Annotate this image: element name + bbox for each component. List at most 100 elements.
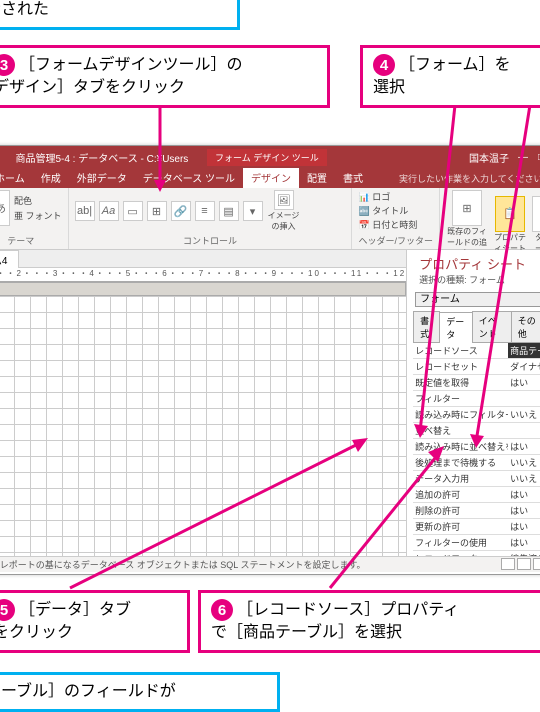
ribbon-tabs: ファイル ホーム 作成 外部データ データベース ツール デザイン 配置 書式 … (0, 168, 540, 188)
property-row[interactable]: 読み込み時に並べ替えを適用はい (413, 439, 540, 455)
property-name: レコードソース (413, 343, 508, 358)
object-select[interactable]: フォーム (415, 292, 540, 307)
property-row[interactable]: レコードソース商品テーブル (413, 343, 540, 359)
property-value[interactable]: いいえ (508, 471, 540, 486)
property-name: フィルター (413, 391, 508, 406)
minimize-button[interactable]: ― (515, 150, 531, 164)
property-value[interactable] (508, 391, 540, 406)
form-tab[interactable]: 📄 フォーム4 (0, 250, 19, 268)
property-row[interactable]: データ入力用いいえ (413, 471, 540, 487)
property-value[interactable]: 編集済みレコード (508, 551, 540, 556)
callout-displayed: で表示された (0, 0, 240, 30)
property-name: 読み込み時にフィルターを適用 (413, 407, 508, 422)
callout-step4: 4［フォーム］を選択 (360, 45, 540, 108)
insert-image-button[interactable]: 🖼 (274, 190, 294, 210)
property-value[interactable]: はい (508, 535, 540, 550)
view-buttons (501, 558, 540, 571)
property-row[interactable]: 読み込み時にフィルターを適用いいえ (413, 407, 540, 423)
tab-create[interactable]: 作成 (33, 167, 69, 188)
control-link[interactable]: 🔗 (171, 201, 191, 221)
horizontal-ruler: ・・・1・・・2・・・3・・・4・・・5・・・6・・・7・・・8・・・9・・・1… (0, 268, 406, 282)
tab-external[interactable]: 外部データ (69, 167, 135, 188)
control-list[interactable]: ▤ (219, 201, 239, 221)
datetime-button[interactable]: 📅 日付と時刻 (358, 218, 417, 231)
property-row[interactable]: 削除の許可はい (413, 503, 540, 519)
tab-format[interactable]: 書式 (335, 167, 371, 188)
ribbon-body: ▦ 表示 亜あ 配色 亜 フォント テーマ ab| Aa ▭ ⊞ 🔗 ≡ ▤ (0, 188, 540, 250)
form-design-area: 📄 フォーム4 ・・・1・・・2・・・3・・・4・・・5・・・6・・・7・・・8… (0, 250, 406, 556)
property-sheet-button[interactable]: 📋 (495, 196, 525, 232)
user-name: 国本温子 (469, 150, 509, 165)
control-button[interactable]: ▭ (123, 201, 143, 221)
property-name: データ入力用 (413, 471, 508, 486)
tab-home[interactable]: ホーム (0, 167, 33, 188)
property-row[interactable]: フィルターの使用はい (413, 535, 540, 551)
tab-arrange[interactable]: 配置 (299, 167, 335, 188)
property-value[interactable]: はい (508, 519, 540, 534)
themes-button[interactable]: 亜あ (0, 190, 10, 226)
main-area: ての Access… 顧客テーブル商品テーブル受注テーブル受注テーブル2売上テー… (0, 250, 540, 556)
property-row[interactable]: 既定値を取得はい (413, 375, 540, 391)
property-value[interactable]: はい (508, 487, 540, 502)
access-window: 💾 商品管理5-4 : データベース - C:¥Users フォーム デザイン … (0, 145, 540, 575)
detail-section-bar[interactable]: ◆ 詳細 (0, 282, 406, 296)
control-combo[interactable]: ≡ (195, 201, 215, 221)
property-row[interactable]: 追加の許可はい (413, 487, 540, 503)
property-sheet: プロパティ シート × 選択の種類: フォーム フォーム 書式 データ イベント… (406, 250, 540, 556)
property-object-selector[interactable]: フォーム (415, 292, 540, 307)
prop-tab-other[interactable]: その他 (511, 311, 540, 342)
property-value[interactable]: はい (508, 375, 540, 390)
property-row[interactable]: 並べ替え (413, 423, 540, 439)
callout-step3: 3［フォームデザインツール］のデザイン］タブをクリック (0, 45, 330, 108)
tab-order-button[interactable]: ⇄ (532, 196, 540, 232)
callout-fields: 商品テーブル］のフィールドが (0, 672, 280, 712)
property-value[interactable]: 商品テーブル (508, 343, 540, 358)
prop-tab-format[interactable]: 書式 (413, 311, 440, 342)
logo-button[interactable]: 📊 ロゴ (358, 190, 390, 203)
control-more[interactable]: ▾ (243, 201, 263, 221)
view-form[interactable] (501, 558, 515, 570)
step-3-num: 3 (0, 54, 15, 76)
control-textbox[interactable]: ab| (75, 201, 95, 221)
property-value[interactable] (508, 423, 540, 438)
control-label[interactable]: Aa (99, 201, 119, 221)
control-tab[interactable]: ⊞ (147, 201, 167, 221)
property-name: 読み込み時に並べ替えを適用 (413, 439, 508, 454)
property-name: レコードセット (413, 359, 508, 374)
property-row[interactable]: 更新の許可はい (413, 519, 540, 535)
property-name: レコードロック (413, 551, 508, 556)
status-text: フォームまたはレポートの基になるデータベース オブジェクトまたは SQL ステー… (0, 558, 366, 571)
status-bar: フォームまたはレポートの基になるデータベース オブジェクトまたは SQL ステー… (0, 556, 540, 572)
ribbon-group-tools: ⊞ 既存のフィールドの追加 📋 プロパティシート ⇄ タブオーダー ツール (440, 188, 540, 249)
add-existing-fields-button[interactable]: ⊞ (452, 190, 482, 226)
fonts-button[interactable]: 亜 フォント (14, 209, 62, 222)
view-datasheet[interactable] (517, 558, 531, 570)
property-row[interactable]: レコードセットダイナセット (413, 359, 540, 375)
design-grid[interactable]: 12345678910111213 (0, 296, 406, 556)
property-value[interactable]: はい (508, 439, 540, 454)
property-row[interactable]: 後処理まで待機するいいえ (413, 455, 540, 471)
title-button[interactable]: 🔤 タイトル (358, 204, 408, 217)
step-5-num: 5 (0, 599, 15, 621)
tell-me[interactable]: 実行したい作業を入力してください (391, 169, 540, 188)
property-row[interactable]: レコードロック編集済みレコード (413, 551, 540, 556)
property-name: 削除の許可 (413, 503, 508, 518)
prop-tab-data[interactable]: データ (439, 312, 473, 343)
property-value[interactable]: いいえ (508, 455, 540, 470)
colors-button[interactable]: 配色 (14, 194, 62, 207)
property-name: 追加の許可 (413, 487, 508, 502)
property-rows: レコードソース商品テーブルレコードセットダイナセット既定値を取得はいフィルター読… (413, 343, 540, 556)
view-layout[interactable] (533, 558, 540, 570)
property-value[interactable]: はい (508, 503, 540, 518)
ribbon-group-headerfooter: 📊 ロゴ 🔤 タイトル 📅 日付と時刻 ヘッダー/フッター (352, 188, 440, 249)
property-value[interactable]: いいえ (508, 407, 540, 422)
prop-tab-event[interactable]: イベント (472, 311, 512, 342)
property-value[interactable]: ダイナセット (508, 359, 540, 374)
tab-design[interactable]: デザイン (243, 167, 299, 188)
tab-dbtools[interactable]: データベース ツール (135, 167, 243, 188)
property-row[interactable]: フィルター (413, 391, 540, 407)
property-selection-type: 選択の種類: フォーム (407, 273, 540, 290)
maximize-button[interactable]: □ (533, 150, 540, 164)
property-name: 既定値を取得 (413, 375, 508, 390)
window-controls: ― □ ✕ (515, 150, 540, 164)
